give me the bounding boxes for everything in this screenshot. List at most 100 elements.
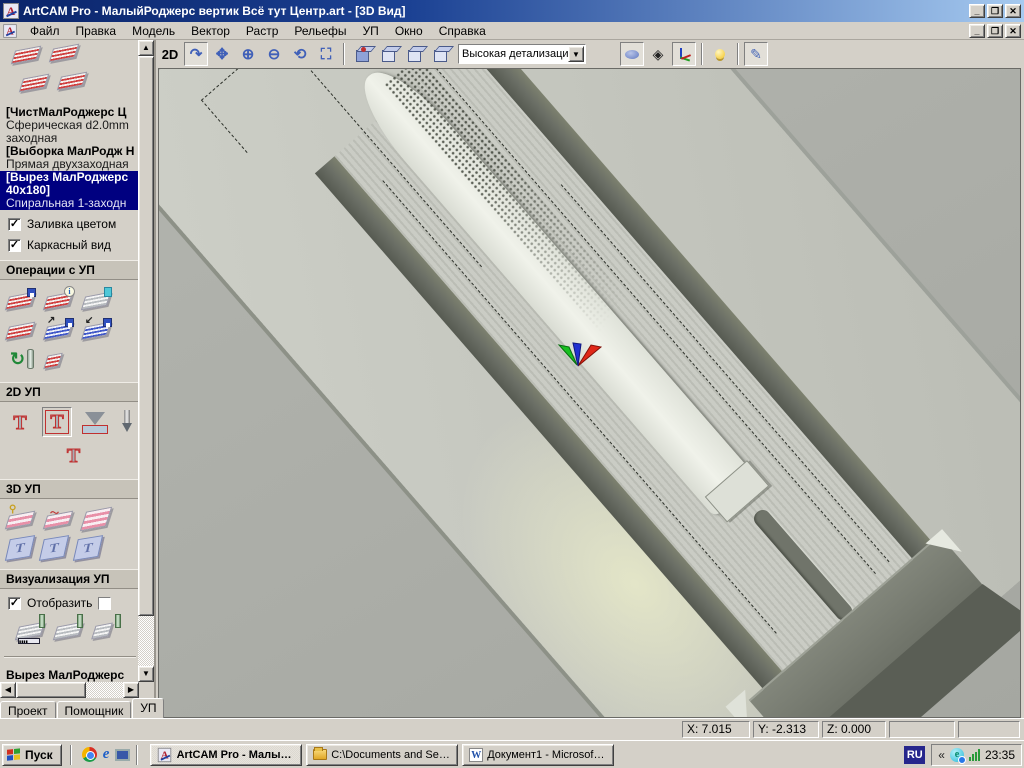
menu-window[interactable]: Окно — [387, 23, 431, 39]
taskbar: Пуск e A ArtCAM Pro - МалыйР... C:\Docum… — [0, 740, 1024, 768]
mini-toolbar-icon: ▮▮▮▮ — [18, 638, 40, 644]
delete-simulation-button[interactable] — [94, 618, 122, 642]
toolpath-more-button[interactable] — [46, 348, 74, 372]
toolpath-icon-cluster — [6, 44, 139, 104]
simulate-all-button[interactable] — [56, 618, 84, 642]
mdi-close-button[interactable]: ✕ — [1005, 24, 1021, 38]
zoom-in-button[interactable]: ⊕ — [236, 42, 260, 66]
cut-out-3d-button-2[interactable]: T — [39, 535, 69, 561]
shaded-view-button[interactable] — [620, 42, 644, 66]
toolpath-icon[interactable] — [49, 44, 79, 63]
view-along-z-button[interactable] — [428, 42, 452, 66]
taskbar-task-word[interactable]: W Документ1 - Microsoft ... — [462, 744, 614, 766]
tab-project[interactable]: Проект — [0, 701, 56, 718]
rotate-view-button[interactable]: ↷ — [184, 42, 208, 66]
toolpath-list-item[interactable]: [ЧистМалРоджерс Ц Сферическая d2.0mm зах… — [6, 106, 139, 145]
scroll-right-icon[interactable]: ▶ — [123, 682, 139, 698]
fill-color-checkbox[interactable]: ✓ — [8, 218, 21, 231]
toolpath-icon[interactable] — [11, 46, 41, 65]
menu-raster[interactable]: Растр — [238, 23, 286, 39]
delete-toolpath-button[interactable] — [84, 288, 112, 312]
tray-chevron-icon[interactable]: « — [938, 749, 945, 761]
start-button[interactable]: Пуск — [2, 744, 62, 766]
drilling-button[interactable] — [120, 410, 134, 436]
tab-assistant[interactable]: Помощник — [57, 701, 132, 718]
menu-edit[interactable]: Правка — [68, 23, 125, 39]
internet-explorer-icon[interactable]: e — [103, 747, 110, 762]
toolpath-icon[interactable] — [19, 74, 49, 93]
chrome-icon[interactable] — [82, 747, 97, 762]
origin-axes-indicator — [557, 339, 603, 371]
scroll-down-icon[interactable]: ▼ — [138, 666, 154, 682]
view-toolbar: 2D ↷ ✥ ⊕ ⊖ ⟲ ⛶ Высокая детализация ▼ ◈ ✎ — [156, 40, 1024, 68]
show-simulation-checkbox[interactable]: ✓ — [8, 597, 21, 610]
scroll-up-icon[interactable]: ▲ — [138, 40, 154, 56]
zoom-out-button[interactable]: ⊖ — [262, 42, 286, 66]
show-desktop-icon[interactable] — [115, 749, 130, 761]
save-toolpath-button[interactable] — [8, 288, 36, 312]
profile-toolpath-button[interactable]: T — [8, 410, 32, 436]
toolpath-icon[interactable] — [57, 72, 87, 91]
z-level-roughing-button[interactable] — [84, 507, 112, 531]
detail-level-select[interactable]: Высокая детализация ▼ — [458, 44, 586, 64]
lighting-button[interactable] — [708, 42, 732, 66]
secondary-checkbox[interactable] — [98, 597, 111, 610]
cut-out-3d-button-1[interactable]: T — [5, 535, 35, 561]
transform-toolpath-button[interactable]: ↻ — [8, 348, 36, 372]
inlay-toolpath-button[interactable]: T — [8, 443, 139, 469]
menu-file[interactable]: Файл — [22, 23, 68, 39]
menu-help[interactable]: Справка — [431, 23, 494, 39]
viewport-3d[interactable] — [158, 68, 1021, 718]
toolpath-extra-button[interactable] — [8, 318, 36, 342]
vertical-scrollbar-thumb[interactable] — [138, 56, 154, 616]
lighting-icon — [715, 49, 725, 59]
origin-axes-button[interactable] — [672, 42, 696, 66]
menu-toolpaths[interactable]: УП — [355, 23, 387, 39]
vbit-carving-button[interactable] — [82, 410, 110, 436]
tab-toolpaths[interactable]: УП — [132, 698, 164, 718]
machine-relief-button[interactable]: ⚲ — [8, 507, 36, 531]
load-toolpath-button[interactable]: ↙ — [84, 318, 112, 342]
area-clearance-toolpath-button[interactable]: T — [42, 407, 72, 437]
view-along-x-button[interactable] — [376, 42, 400, 66]
feature-machining-button[interactable]: 〜 — [46, 507, 74, 531]
save-toolpath-as-button[interactable]: ↗ — [46, 318, 74, 342]
isometric-view-icon — [356, 50, 369, 62]
panel-vertical-scrollbar[interactable]: ▲ ▼ — [138, 40, 154, 682]
language-indicator[interactable]: RU — [904, 746, 925, 764]
wireframe-row: ✓ Каркасный вид — [8, 238, 139, 252]
wireframe-grid-button[interactable]: ◈ — [646, 42, 670, 66]
mode-2d-button[interactable]: 2D — [158, 42, 182, 66]
windows-logo-icon — [7, 748, 21, 761]
toolpath-list-item[interactable]: [Выборка МалРодж Н Прямая двухзаходная — [6, 145, 139, 171]
pan-view-button[interactable]: ✥ — [210, 42, 234, 66]
taskbar-task-explorer[interactable]: C:\Documents and Settin... — [306, 744, 458, 766]
zoom-previous-button[interactable]: ⟲ — [288, 42, 312, 66]
mdi-restore-button[interactable]: ❐ — [987, 24, 1003, 38]
toolpath-list-item-selected[interactable]: [Вырез МалРоджерс 40x180] Спиральная 1-з… — [0, 171, 139, 210]
close-button[interactable]: ✕ — [1005, 4, 1021, 18]
simulate-toolpath-button[interactable]: ▮▮▮▮ — [18, 618, 46, 642]
isometric-view-button[interactable] — [350, 42, 374, 66]
zoom-previous-icon: ⟲ — [294, 45, 307, 63]
minimize-button[interactable]: _ — [969, 4, 985, 18]
view-along-y-button[interactable] — [402, 42, 426, 66]
menu-vector[interactable]: Вектор — [183, 23, 238, 39]
mdi-minimize-button[interactable]: _ — [969, 24, 985, 38]
taskbar-task-artcam[interactable]: A ArtCAM Pro - МалыйР... — [150, 744, 302, 766]
horizontal-scrollbar-thumb[interactable] — [16, 682, 86, 698]
messenger-icon[interactable]: e — [950, 748, 964, 762]
wireframe-checkbox[interactable]: ✓ — [8, 239, 21, 252]
toolpath-summary-button[interactable]: i — [46, 288, 74, 312]
menu-model[interactable]: Модель — [124, 23, 183, 39]
cut-out-3d-button-3[interactable]: T — [73, 535, 103, 561]
restore-button[interactable]: ❐ — [987, 4, 1003, 18]
taskbar-separator — [70, 745, 72, 765]
menu-reliefs[interactable]: Рельефы — [286, 23, 354, 39]
scroll-left-icon[interactable]: ◀ — [0, 682, 16, 698]
draw-relief-button[interactable]: ✎ — [744, 42, 768, 66]
zoom-fit-button[interactable]: ⛶ — [314, 42, 338, 66]
panel-horizontal-scrollbar[interactable]: ◀ ▶ — [0, 682, 139, 698]
chevron-down-icon[interactable]: ▼ — [568, 46, 584, 62]
signal-bars-icon[interactable] — [969, 749, 980, 761]
